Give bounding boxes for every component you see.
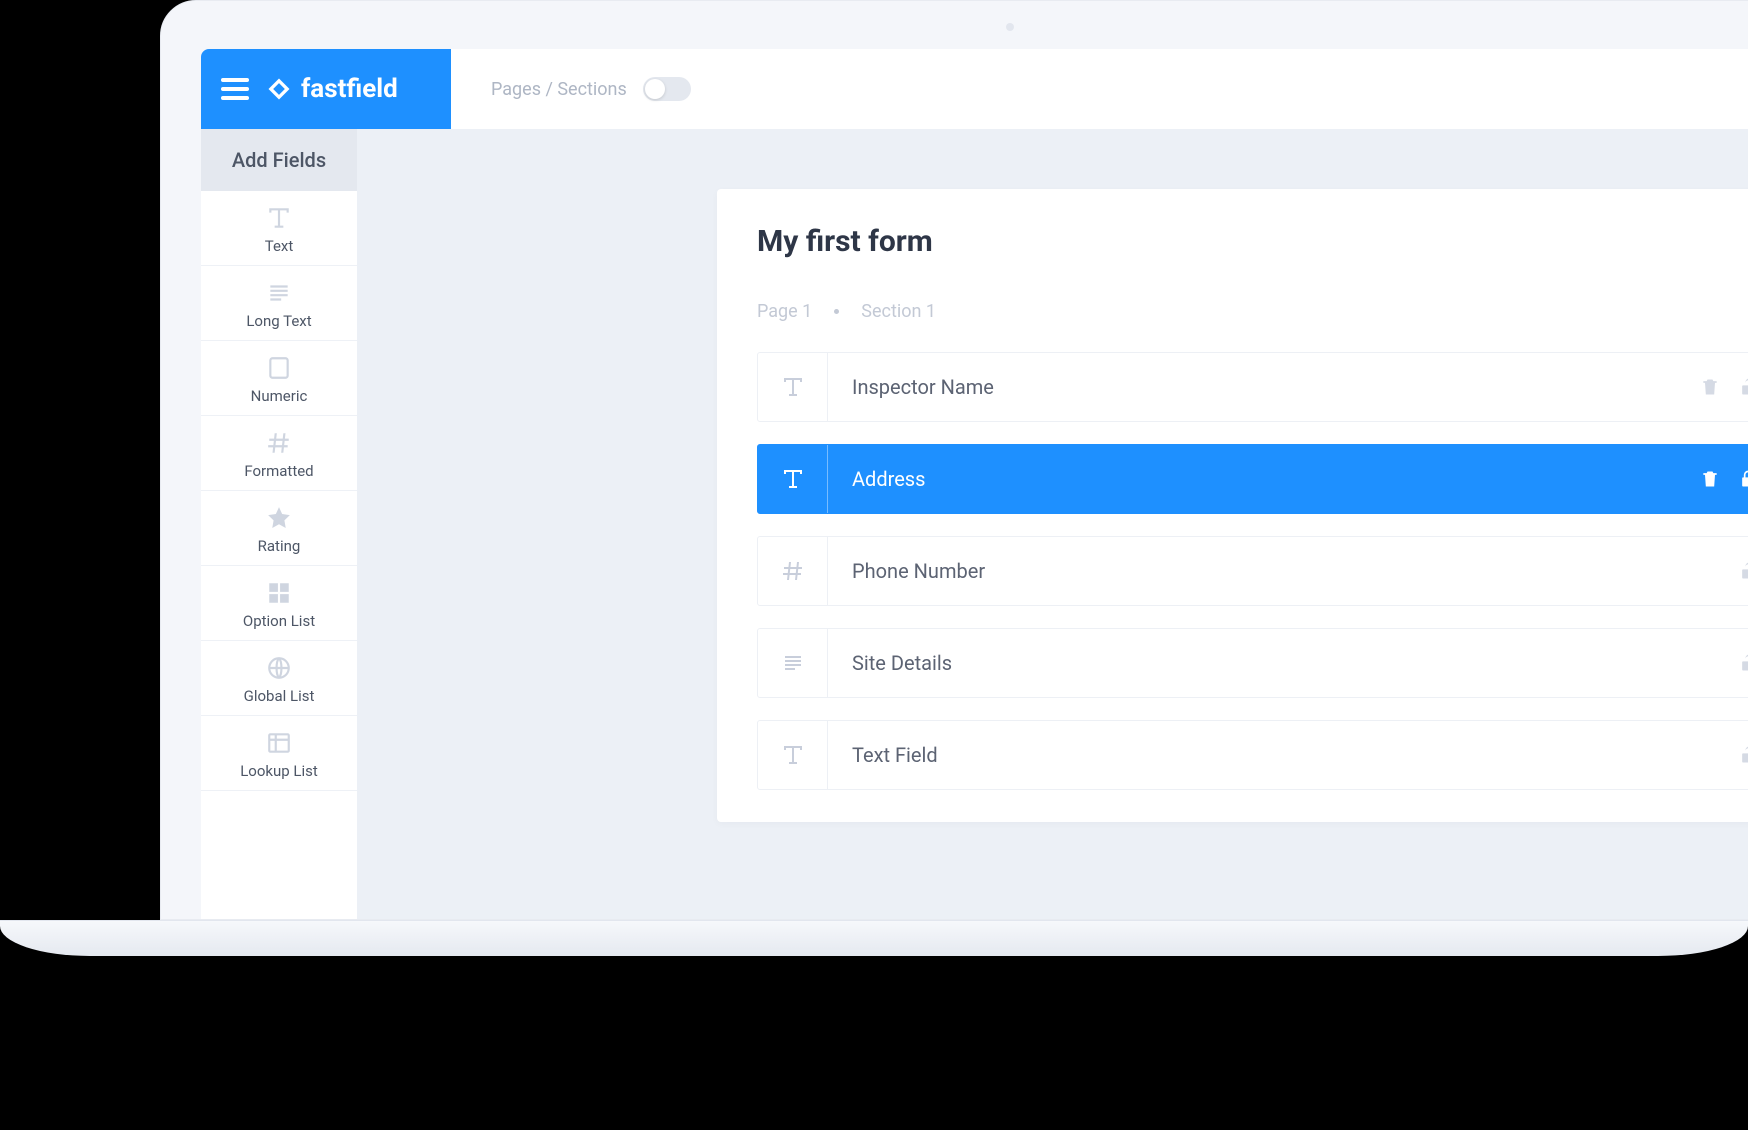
field-type-label: Formatted [201,462,357,480]
app-screen: fastfield Pages / Sections Add Fields Te… [201,49,1748,919]
top-bar: fastfield Pages / Sections [201,49,1748,129]
brand-block: fastfield [201,49,451,129]
field-type-globe[interactable]: Global List [201,641,357,716]
field-type-longtext[interactable]: Long Text [201,266,357,341]
breadcrumb: Page 1 Section 1 [757,301,1748,322]
field-row-label: Inspector Name [828,375,1700,399]
logo-icon [265,75,293,103]
field-row-label: Site Details [828,651,1738,675]
breadcrumb-separator [834,309,839,314]
text-icon [758,353,828,421]
field-row-label: Address [828,467,1700,491]
text-icon [758,721,828,789]
field-row[interactable]: Phone Number [757,536,1748,606]
field-row-actions [1700,377,1748,397]
field-type-palette: Text Long Text Numeric Formatted Rating Optio… [201,191,357,919]
body: Add Fields Text Long Text Numeric Formatted… [201,129,1748,919]
field-type-label: Global List [201,687,357,705]
unlock-icon[interactable] [1738,561,1748,581]
field-row-actions [1738,561,1748,581]
hash-icon [201,428,357,458]
hash-icon [758,537,828,605]
trash-icon[interactable] [1700,377,1720,397]
laptop-base [0,920,1748,956]
form-title[interactable]: My first form [757,224,933,259]
field-row[interactable]: Text Field [757,720,1748,790]
field-type-label: Text [201,237,357,255]
field-type-hash[interactable]: Formatted [201,416,357,491]
star-icon [201,503,357,533]
field-row-actions [1738,653,1748,673]
field-type-table[interactable]: Lookup List [201,716,357,791]
field-type-label: Numeric [201,387,357,405]
field-row[interactable]: Inspector Name [757,352,1748,422]
trash-icon[interactable] [1700,469,1720,489]
field-type-label: Rating [201,537,357,555]
field-row-actions [1700,469,1748,489]
breadcrumb-page[interactable]: Page 1 [757,301,812,322]
globe-icon [201,653,357,683]
field-type-text[interactable]: Text [201,191,357,266]
field-type-star[interactable]: Rating [201,491,357,566]
pages-sections-label: Pages / Sections [491,79,627,100]
sidebar-title: Add Fields [201,129,357,191]
unlock-icon[interactable] [1738,377,1748,397]
breadcrumb-section[interactable]: Section 1 [861,301,936,322]
field-type-label: Lookup List [201,762,357,780]
unlock-icon[interactable] [1738,745,1748,765]
field-list: Inspector Name Address Phone Number Site De… [757,352,1748,790]
numeric-icon [201,353,357,383]
menu-icon[interactable] [221,78,249,100]
longtext-icon [201,278,357,308]
field-row-actions [1738,745,1748,765]
brand-logo[interactable]: fastfield [265,74,398,104]
pages-sections-toggle-area: Pages / Sections [491,77,691,101]
field-type-grid[interactable]: Option List [201,566,357,641]
laptop-frame: fastfield Pages / Sections Add Fields Te… [160,0,1748,920]
brand-name: fastfield [301,74,398,104]
field-type-numeric[interactable]: Numeric [201,341,357,416]
longtext-icon [758,629,828,697]
field-type-label: Option List [201,612,357,630]
camera-dot [1006,23,1014,31]
grid-icon [201,578,357,608]
pages-sections-toggle[interactable] [643,77,691,101]
text-icon [201,203,357,233]
field-row[interactable]: Site Details [757,628,1748,698]
canvas: My first form Page 1 Section 1 Inspector… [357,129,1748,919]
form-title-row: My first form [757,221,1748,261]
field-row[interactable]: Address [757,444,1748,514]
sidebar: Add Fields Text Long Text Numeric Formatted… [201,129,357,919]
field-type-label: Long Text [201,312,357,330]
field-row-label: Text Field [828,743,1738,767]
unlock-icon[interactable] [1738,653,1748,673]
table-icon [201,728,357,758]
form-panel: My first form Page 1 Section 1 Inspector… [717,189,1748,822]
field-row-label: Phone Number [828,559,1738,583]
text-icon [758,445,828,513]
lock-icon[interactable] [1738,469,1748,489]
